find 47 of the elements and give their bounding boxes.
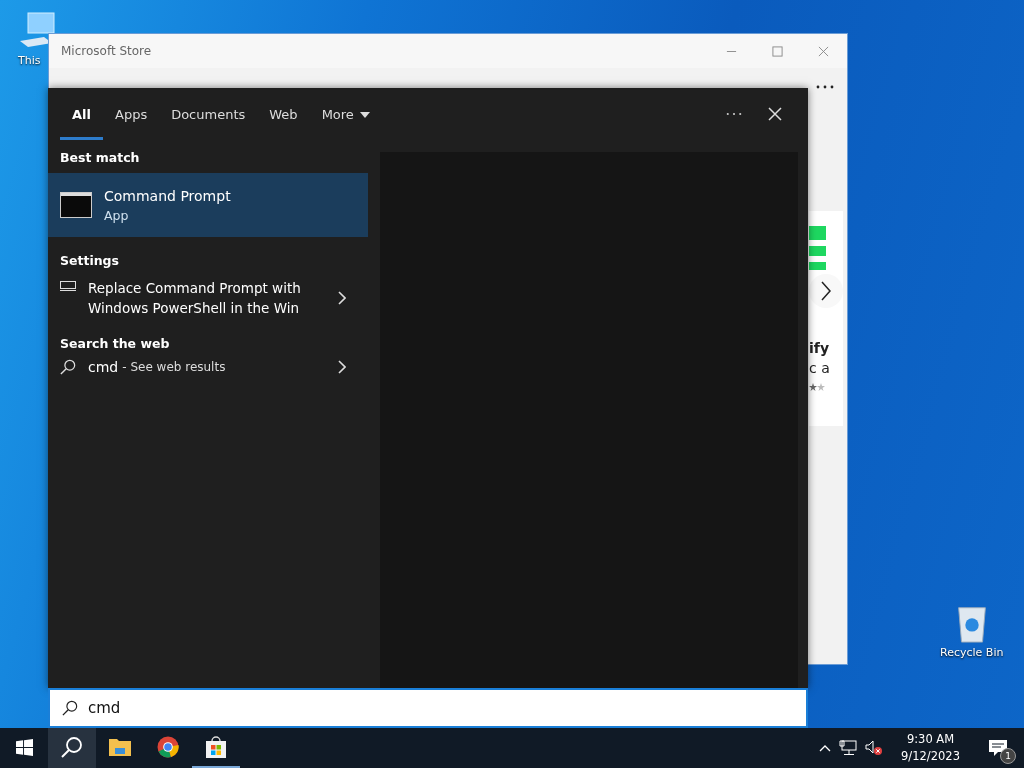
search-icon <box>61 736 83 758</box>
filter-tab[interactable]: All <box>60 88 103 140</box>
search-icon <box>60 359 76 375</box>
star-rating-icon <box>809 383 825 391</box>
result-subtitle: - See web results <box>122 360 226 374</box>
filter-tab[interactable]: Apps <box>103 88 160 140</box>
folder-icon <box>109 736 131 758</box>
display-icon <box>60 281 76 291</box>
caret-icon <box>359 111 370 118</box>
section-heading: Best match <box>59 150 141 165</box>
result-type: App <box>104 207 130 223</box>
chevron-right-icon <box>338 360 346 374</box>
shopping-bag-icon <box>205 736 227 758</box>
chevron-up-icon[interactable] <box>819 744 832 752</box>
more-icon[interactable] <box>726 112 742 116</box>
more-icon[interactable] <box>816 85 834 89</box>
chevron-right-icon <box>338 291 346 305</box>
result-item[interactable]: Replace Command Prompt with Windows PowerShell in the Win <box>48 276 368 320</box>
clock-date: 9/12/2023 <box>901 748 960 765</box>
search-taskbar-button[interactable] <box>48 728 96 768</box>
network-icon[interactable] <box>839 740 858 756</box>
search-field[interactable]: cmd <box>88 699 388 717</box>
result-item[interactable]: cmd - See web results <box>48 359 368 375</box>
search-icon <box>62 700 78 716</box>
filter-tab[interactable]: More <box>309 88 382 140</box>
terminal-icon <box>60 192 92 218</box>
chevron-right-icon <box>821 281 831 301</box>
section-heading: Search the web <box>59 336 171 351</box>
result-title: Replace Command Prompt with Windows PowerShell in the Win <box>88 279 302 318</box>
filter-tab[interactable]: Web <box>257 88 310 140</box>
clock-time: 9:30 AM <box>906 731 955 748</box>
app-card-text: ify <box>809 339 830 358</box>
section-heading: Settings <box>59 253 120 268</box>
result-title: Command Prompt <box>104 187 231 204</box>
filter-tab[interactable]: Documents <box>159 88 258 140</box>
browser-icon <box>157 736 179 758</box>
app-card-text: c a <box>809 359 831 378</box>
window-title: Microsoft Store <box>61 44 153 58</box>
volume-muted-icon[interactable] <box>865 740 884 756</box>
result-item[interactable]: Command Prompt App <box>48 173 368 237</box>
app-card[interactable]: ify c a <box>809 211 843 426</box>
windows-logo-icon <box>15 738 33 756</box>
result-title: cmd <box>88 359 119 375</box>
notification-count-badge: 1 <box>1000 748 1016 764</box>
desktop-icon-label[interactable]: Recycle Bin <box>940 646 1004 659</box>
next-button[interactable] <box>809 274 843 308</box>
clock[interactable]: 9:30 AM 9/12/2023 <box>901 731 960 765</box>
